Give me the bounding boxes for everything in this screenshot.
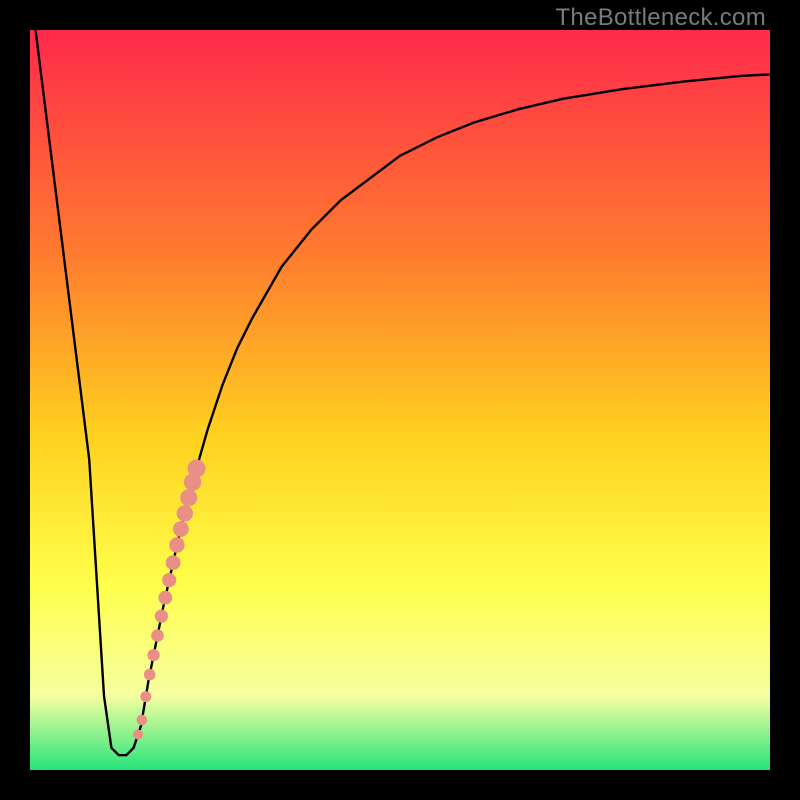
highlight-dot [155,610,168,623]
highlight-dot [162,573,176,587]
watermark-text: TheBottleneck.com [555,4,766,32]
gradient-bg [30,30,770,770]
highlight-dot [151,629,164,642]
plot-area [30,30,770,770]
highlight-dot [158,591,172,605]
highlight-dot [144,669,156,681]
bottleneck-chart [30,30,770,770]
highlight-dot [148,649,160,661]
highlight-dot [166,555,181,570]
highlight-dot [177,505,193,521]
highlight-dot [173,521,189,537]
highlight-dot [133,730,143,740]
chart-frame: TheBottleneck.com [0,0,800,800]
highlight-dot [140,691,151,702]
highlight-dot [180,489,197,506]
highlight-dot [188,460,206,478]
highlight-dot [169,537,184,552]
highlight-dot [137,715,148,726]
